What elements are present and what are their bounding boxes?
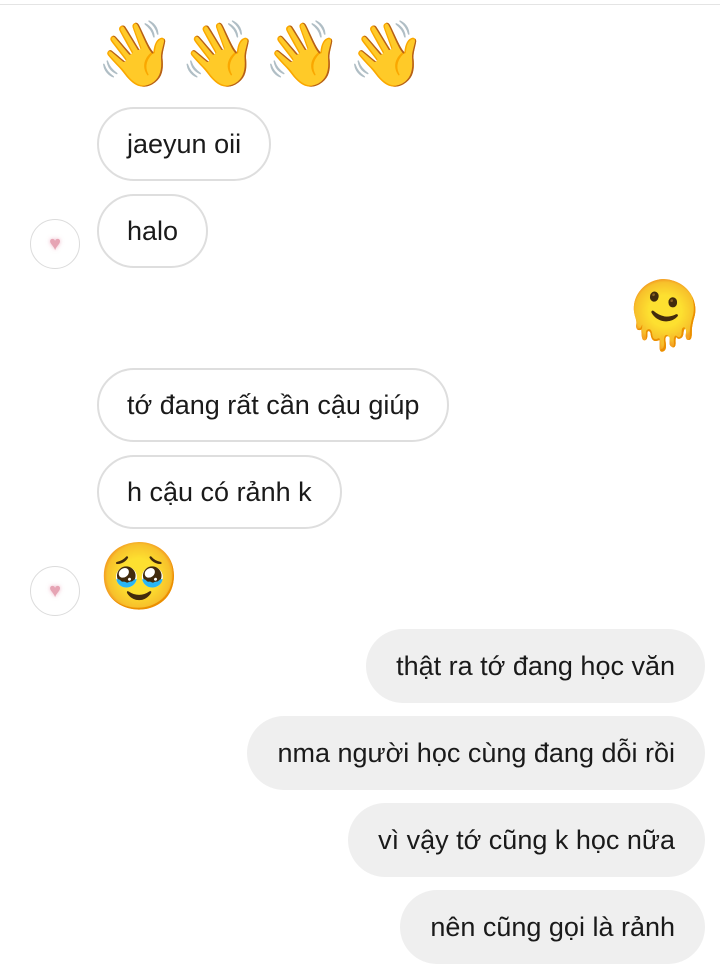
waving-hand-icon: 👋 <box>347 18 427 90</box>
message-text: jaeyun oii <box>127 128 242 159</box>
contact-avatar[interactable]: ♥ <box>30 219 80 269</box>
message-emoji-incoming[interactable]: 🥹 <box>98 544 180 610</box>
heart-icon: ♥ <box>49 580 61 602</box>
message-text: nên cũng gọi là rảnh <box>430 911 675 942</box>
waving-hand-icon: 👋 <box>179 18 260 90</box>
message-text: vì vậy tớ cũng k học nữa <box>378 824 675 855</box>
message-text: halo <box>127 215 179 246</box>
waving-hand-icon: 👋 <box>263 18 344 90</box>
message-bubble-incoming[interactable]: halo <box>97 194 209 268</box>
message-bubble-incoming[interactable]: h cậu có rảnh k <box>97 455 342 529</box>
heart-icon: ♥ <box>49 233 61 255</box>
message-bubble-outgoing[interactable]: nên cũng gọi là rảnh <box>400 890 705 964</box>
message-emoji-wave[interactable]: 👋 👋 👋 👋 <box>96 14 431 94</box>
message-text: h cậu có rảnh k <box>127 476 312 507</box>
contact-avatar[interactable]: ♥ <box>30 566 80 616</box>
message-text: tớ đang rất cần cậu giúp <box>127 389 420 420</box>
top-divider <box>0 4 720 5</box>
message-bubble-outgoing[interactable]: vì vậy tớ cũng k học nữa <box>348 803 705 877</box>
message-bubble-outgoing[interactable]: thật ra tớ đang học văn <box>366 629 705 703</box>
message-text: nma người học cùng đang dỗi rồi <box>277 737 675 768</box>
message-bubble-incoming[interactable]: jaeyun oii <box>97 107 272 181</box>
message-emoji-outgoing[interactable]: 🫠 <box>624 283 706 349</box>
message-bubble-incoming[interactable]: tớ đang rất cần cậu giúp <box>97 368 450 442</box>
message-text: thật ra tớ đang học văn <box>396 650 675 681</box>
message-bubble-outgoing[interactable]: nma người học cùng đang dỗi rồi <box>247 716 705 790</box>
waving-hand-icon: 👋 <box>96 18 176 90</box>
